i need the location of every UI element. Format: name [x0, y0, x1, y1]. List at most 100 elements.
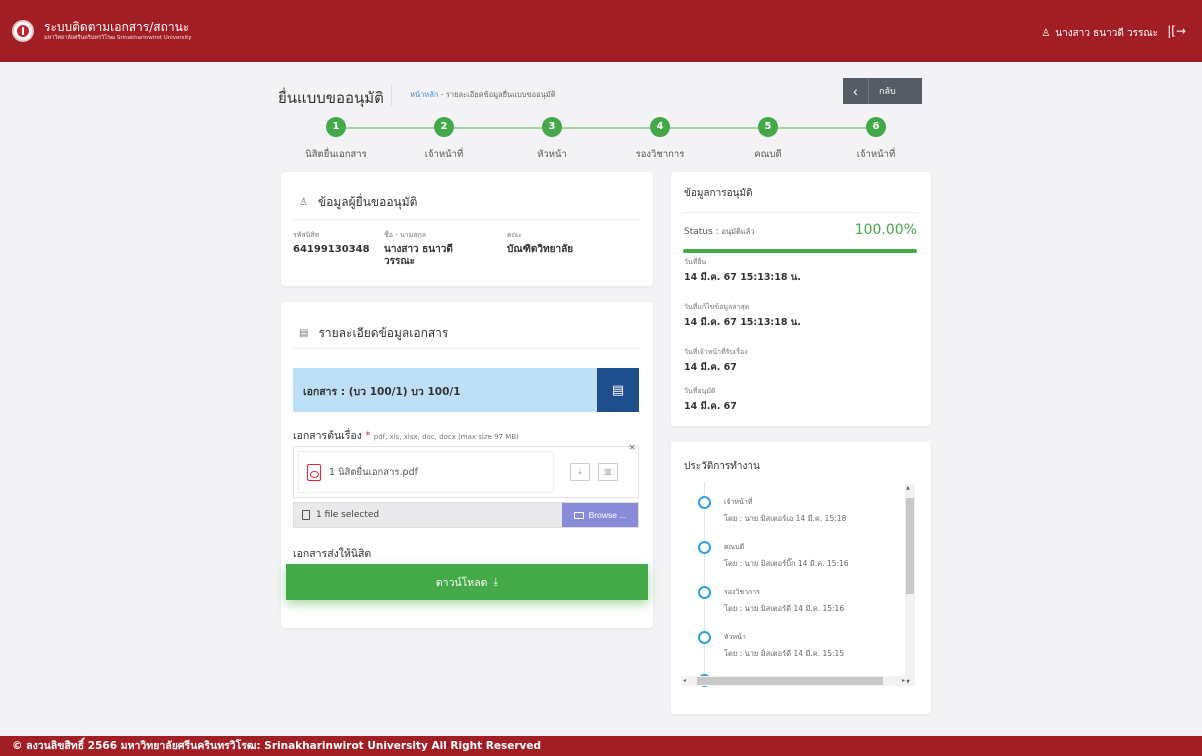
step-label: รองวิชาการ [635, 149, 685, 160]
scroll-thumb[interactable] [906, 498, 914, 594]
progress-bar [683, 249, 917, 253]
step-3: 3 หัวหน้า [502, 117, 602, 162]
file-selected-text: 1 file selected [316, 510, 380, 520]
status-line: Status : อนุมัติแล้ว [684, 226, 755, 238]
download-icon: ⤓ [493, 575, 499, 588]
student-id-label: รหัสนิสิต [293, 231, 320, 239]
progress-percent: 100.00% [854, 222, 917, 238]
scroll-up-icon[interactable]: ▲ [906, 485, 910, 491]
file-item: 1 นิสิตยื่นเอกสาร.pdf [298, 451, 554, 493]
name-value-line-1: นางสาว ธนาวดี [384, 244, 453, 255]
file-input[interactable]: 1 file selected Browse ... [293, 502, 639, 528]
browse-label: Browse ... [588, 510, 627, 520]
user-icon: ♙ [299, 197, 308, 208]
document-view-button[interactable]: ▤ [597, 368, 639, 412]
horizontal-scrollbar[interactable]: ◂ ▸ [681, 676, 907, 686]
logout-icon[interactable]: |[→ [1167, 24, 1186, 38]
document-name: เอกสาร : (บว 100/1) บว 100/1 [303, 386, 461, 398]
applicant-card-title: ♙ ข้อมูลผู้ยื่นขออนุมัติ [299, 193, 417, 212]
status-value: อนุมัติแล้ว [721, 227, 755, 236]
history-timeline[interactable]: เจ้าหน้าที่ โดย : นาย มิสเตอร์เอ 14 มี.ค… [681, 482, 907, 687]
step-number: 4 [650, 117, 670, 137]
browse-button[interactable]: Browse ... [562, 503, 638, 527]
timeline-dot-icon [698, 496, 711, 509]
timeline-role: รองวิชาการ [724, 588, 760, 596]
name-value: นางสาว ธนาวดี วรรณะ [384, 244, 453, 268]
name-value-line-2: วรรณะ [384, 256, 416, 267]
step-6: 6 เจ้าหน้าที่ [826, 117, 926, 162]
name-field: ชื่อ - นามสกุล นางสาว ธนาวดี วรรณะ [384, 230, 453, 268]
scroll-thumb[interactable] [697, 677, 883, 685]
timeline-by: โดย : นาย มิสเตอร์บิ๊ก 14 มี.ค. 15:16 [724, 559, 849, 568]
file-icon [302, 510, 310, 520]
breadcrumb: หน้าหลัก - รายละเอียดข้อมูลยื่นแบบขออนุม… [410, 89, 556, 101]
download-button[interactable]: ดาวน์โหลด ⤓ [286, 564, 648, 600]
user-icon: ♙ [1041, 28, 1051, 39]
step-2: 2 เจ้าหน้าที่ [394, 117, 494, 162]
faculty-field: คณะ บัณฑิตวิทยาลัย [507, 230, 573, 256]
step-number: 1 [326, 117, 346, 137]
scroll-right-icon[interactable]: ▸ [902, 677, 905, 684]
step-number: 3 [542, 117, 562, 137]
file-type-hint: pdf, xls, xlsx, doc, docx (max size 97 M… [373, 433, 519, 441]
divider [293, 348, 641, 349]
received-label: วันที่เจ้าหน้าที่รับเรื่อง [684, 348, 748, 356]
app-title: ระบบติดตามเอกสาร/สถานะ [44, 20, 190, 34]
timeline-role: หัวหน้า [724, 633, 746, 641]
timeline-by: โดย : นาย มิสเตอร์ดี 14 มี.ค. 15:16 [724, 604, 845, 613]
faculty-label: คณะ [507, 231, 522, 239]
approved-value: 14 มี.ค. 67 [684, 401, 737, 412]
document-card-title: ▤ รายละเอียดข้อมูลเอกสาร [299, 324, 448, 343]
submitted-value: 14 มี.ค. 67 15:13:18 น. [684, 272, 801, 283]
faculty-value: บัณฑิตวิทยาลัย [507, 244, 574, 255]
required-mark: * [365, 430, 371, 442]
back-button-label: กลับ [879, 86, 896, 96]
step-label: เจ้าหน้าที่ [424, 149, 464, 160]
scroll-left-icon[interactable]: ◂ [683, 677, 686, 684]
footer: © ลงวนลิขสิทธิ์ 2566 มหาวิทยาลัยศรีนคริน… [0, 736, 1202, 756]
close-icon[interactable]: × [628, 443, 636, 453]
timeline-role: คณบดี [724, 543, 745, 551]
breadcrumb-current: รายละเอียดข้อมูลยื่นแบบขออนุมัติ [445, 90, 556, 99]
received-value: 14 มี.ค. 67 [684, 362, 737, 373]
chevron-left-icon: ‹ [843, 78, 869, 104]
step-number: 5 [758, 117, 778, 137]
download-icon[interactable]: ⤓ [570, 463, 590, 481]
top-navbar: ระบบติดตามเอกสาร/สถานะ มหาวิทยาลัยศรีนคร… [0, 0, 1202, 62]
file-selected-status: 1 file selected [302, 510, 379, 520]
step-number: 6 [866, 117, 886, 137]
status-label: Status : [684, 227, 719, 237]
student-id-field: รหัสนิสิต 64199130348 [293, 230, 370, 256]
divider [683, 212, 919, 213]
folder-icon [573, 511, 584, 519]
timeline-dot-icon [698, 631, 711, 644]
progress-fill [683, 249, 917, 253]
breadcrumb-home-link[interactable]: หน้าหลัก [410, 90, 438, 99]
vertical-scrollbar[interactable]: ▲ ▼ [905, 484, 915, 686]
step-1: 1 นิสิตยื่นเอกสาร [286, 117, 386, 162]
approval-card: ข้อมูลการอนุมัติ Status : อนุมัติแล้ว 10… [671, 172, 931, 426]
document-title-text: รายละเอียดข้อมูลเอกสาร [318, 326, 449, 340]
divider [293, 219, 641, 220]
step-label: คณบดี [754, 149, 782, 160]
title-divider [391, 84, 392, 106]
file-preview-box: × 1 นิสิตยื่นเอกสาร.pdf ⤓ ▥ [293, 443, 639, 498]
timeline-by: โดย : นาย มิสเตอร์เอ 14 มี.ค. 15:18 [724, 514, 847, 523]
timeline-dot-icon [698, 586, 711, 599]
document-name-bar: เอกสาร : (บว 100/1) บว 100/1 ▤ [293, 368, 639, 412]
trash-icon[interactable]: ▥ [598, 463, 618, 481]
user-menu[interactable]: ♙ นางสาว ธนาวดี วรรณะ [1041, 26, 1158, 41]
step-number: 2 [434, 117, 454, 137]
brand: ระบบติดตามเอกสาร/สถานะ มหาวิทยาลัยศรีนคร… [44, 20, 191, 42]
breadcrumb-separator: - [440, 90, 444, 99]
applicant-card: ♙ ข้อมูลผู้ยื่นขออนุมัติ รหัสนิสิต 64199… [281, 172, 653, 286]
step-label: นิสิตยื่นเอกสาร [305, 149, 367, 160]
updated-label: วันที่แก้ไขข้อมูลล่าสุด [684, 303, 750, 311]
submitted-date: วันที่ยื่น 14 มี.ค. 67 15:13:18 น. [684, 257, 801, 285]
history-card: ประวัติการทำงาน เจ้าหน้าที่ โดย : นาย มิ… [671, 442, 931, 714]
page-title: ยื่นแบบขออนุมัติ [278, 89, 384, 107]
back-button[interactable]: ‹ กลับ [843, 78, 922, 104]
download-label: ดาวน์โหลด [435, 576, 488, 589]
source-doc-label: เอกสารต้นเรื่อง * pdf, xls, xlsx, doc, d… [293, 427, 519, 444]
timeline-line [704, 482, 705, 687]
